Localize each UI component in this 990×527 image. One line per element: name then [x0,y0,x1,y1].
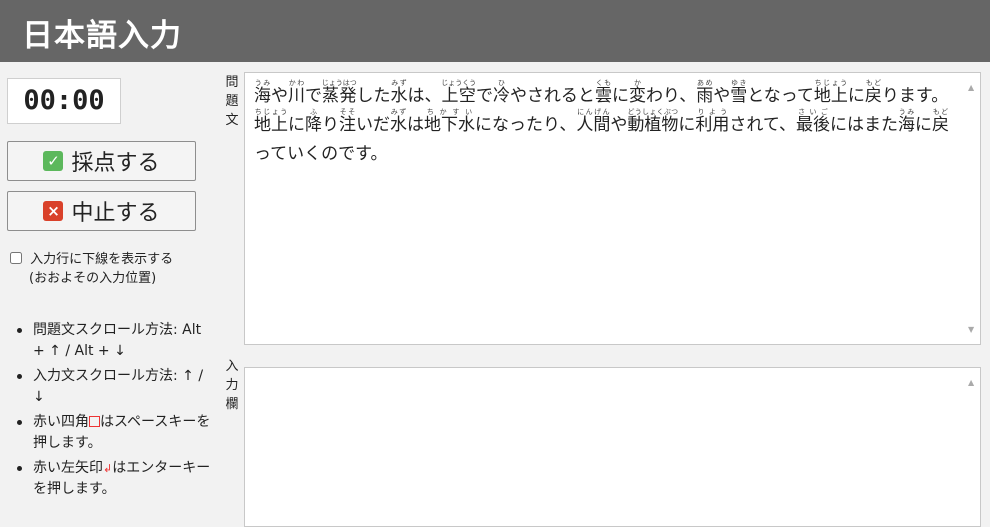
ruby-word: 地上ちじょう [813,79,848,106]
question-text: 海うみや川かわで蒸発じょうはつした水みずは、上空じょうくうで冷ひやされると雲くも… [254,79,949,164]
input-label: 入 力 欄 [225,359,239,412]
ruby-word: 雲くも [594,79,612,106]
space-marker-icon [89,416,100,427]
ruby-word: 雨あめ [696,79,714,106]
underline-checkbox[interactable] [10,252,22,264]
stop-button-label: 中止する [71,201,160,226]
help-list: 問題文スクロール方法: Alt + ↑ / Alt + ↓ 入力文スクロール方法… [13,320,213,504]
ruby-word: 降ふ [305,108,322,135]
ruby-word: 水みず [390,79,408,106]
ruby-word: 水みず [390,108,407,135]
help-item-enter: 赤い左矢印↲はエンターキーを押します。 [13,458,213,500]
ruby-word: 戻もど [864,79,882,106]
underline-checkbox-sublabel: (おおよその入力位置) [29,271,157,286]
ruby-word: 蒸発じょうはつ [321,79,357,106]
ruby-word: 川かわ [288,79,305,106]
ruby-word: 戻もど [931,108,949,135]
ruby-word: 地上ちじょう [254,108,288,135]
close-icon: × [43,201,64,221]
ruby-word: 冷ひ [492,79,510,106]
underline-option[interactable]: 入力行に下線を表示する (おおよその入力位置) [10,250,210,288]
ruby-word: 人間にんげん [576,108,611,135]
question-text-area[interactable]: 海うみや川かわで蒸発じょうはつした水みずは、上空じょうくうで冷ひやされると雲くも… [244,72,981,345]
ruby-word: 海うみ [897,108,915,135]
input-area[interactable]: ▲ [244,367,981,527]
scroll-up-icon[interactable]: ▲ [968,83,974,92]
question-label: 問 題 文 [225,75,239,128]
ruby-word: 上空じょうくう [441,79,477,106]
help-item-input-scroll: 入力文スクロール方法: ↑ / ↓ [13,366,213,408]
ruby-word: 雪ゆき [730,79,748,106]
timer-display: 00:00 [7,78,121,124]
score-button-label: 採点する [71,151,160,176]
ruby-word: 利用りよう [695,108,730,135]
page-title: 日本語入力 [22,18,182,54]
ruby-word: 地下水ちかすい [424,108,475,135]
scroll-down-icon[interactable]: ▼ [968,325,974,334]
checkmark-icon: ✓ [43,151,64,171]
ruby-word: 海うみ [254,79,271,106]
help-item-space: 赤い四角 はスペースキーを押します。 [13,412,213,454]
scroll-up-icon[interactable]: ▲ [968,378,974,387]
ruby-word: 注そそ [339,108,356,135]
ruby-word: 変か [628,79,646,106]
enter-arrow-icon: ↲ [103,462,113,475]
underline-checkbox-label: 入力行に下線を表示する [30,252,174,267]
stop-button[interactable]: × 中止する [7,191,196,231]
question-scrollbar[interactable]: ▲ ▼ [964,73,980,344]
ruby-word: 最後さいご [795,108,830,135]
app-header: 日本語入力 [0,0,990,62]
input-scrollbar[interactable]: ▲ [964,368,980,526]
score-button[interactable]: ✓ 採点する [7,141,196,181]
help-item-question-scroll: 問題文スクロール方法: Alt + ↑ / Alt + ↓ [13,320,213,362]
ruby-word: 動植物どうしょくぶつ [627,108,679,135]
